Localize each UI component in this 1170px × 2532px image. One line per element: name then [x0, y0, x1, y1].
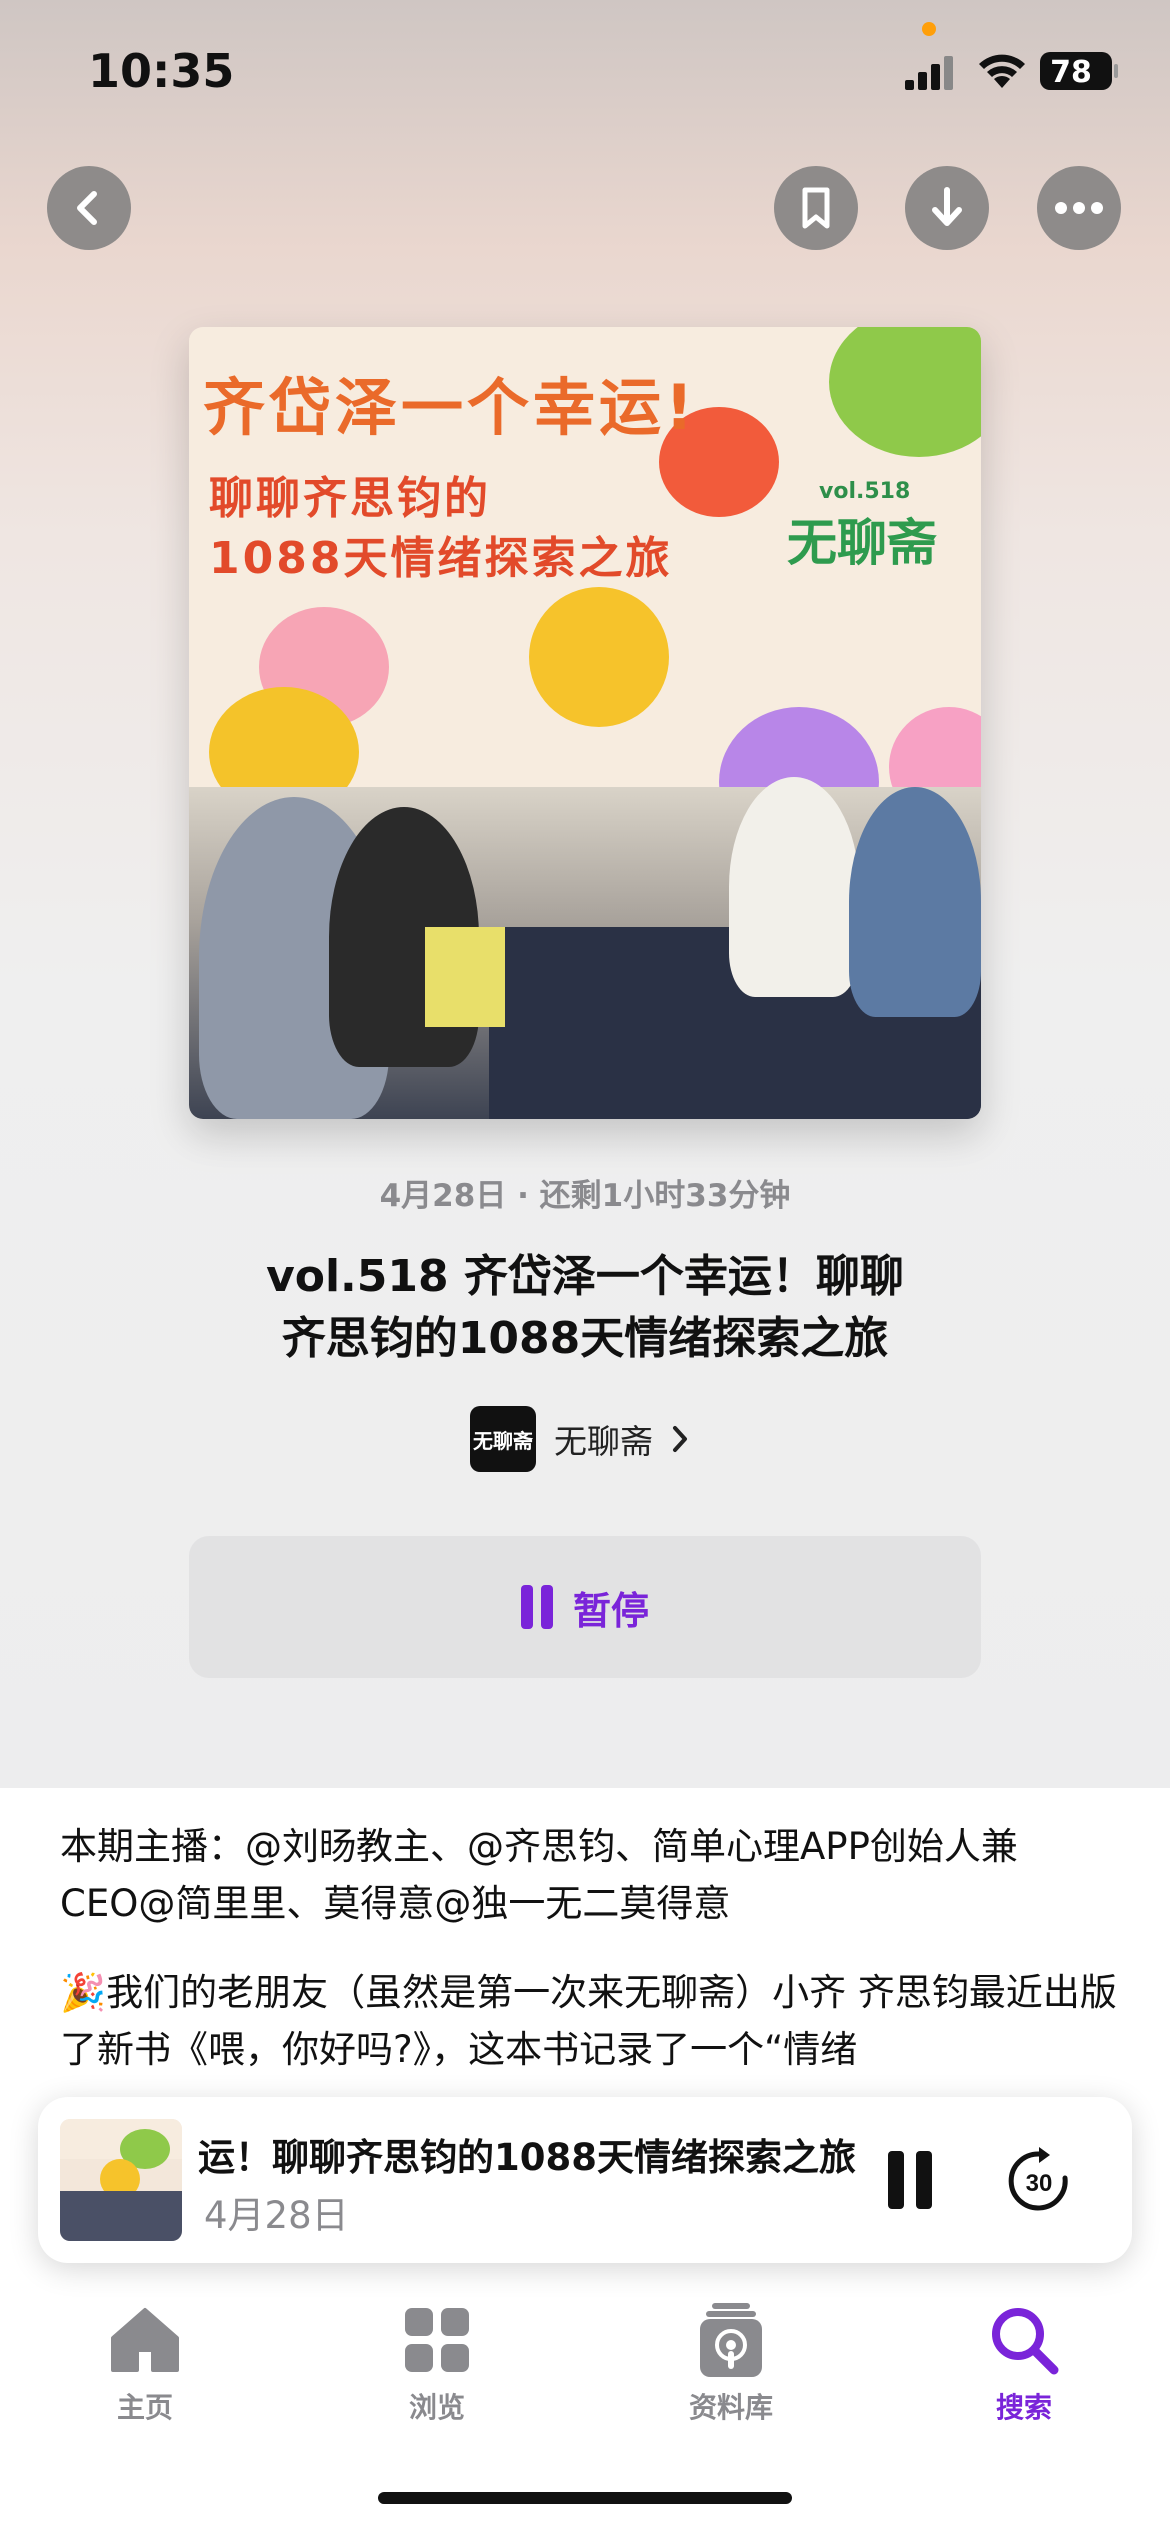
ellipsis-icon — [1055, 202, 1103, 214]
chevron-right-icon — [673, 1426, 687, 1452]
art-volume: vol.518 — [819, 479, 911, 504]
description-hosts: 本期主播：@刘旸教主、@齐思钧、简单心理APP创始人兼CEO@简里里、莫得意@独… — [60, 1825, 1018, 1925]
cellular-signal-icon — [905, 56, 953, 90]
pause-label: 暂停 — [572, 1588, 649, 1633]
mic-indicator-dot — [922, 22, 936, 36]
mini-player-date: 4月28日 — [204, 2194, 349, 2237]
battery-icon: 78 — [1040, 52, 1118, 90]
mini-player-pause-button[interactable] — [888, 2151, 932, 2209]
tab-library[interactable]: 资料库 — [631, 2300, 831, 2426]
tab-home-label: 主页 — [116, 2391, 173, 2424]
browse-grid-icon — [405, 2308, 469, 2372]
mini-player[interactable]: 运！聊聊齐思钧的1088天情绪探索之旅 4月28日 30 — [38, 2097, 1132, 2263]
home-icon — [111, 2308, 179, 2372]
show-link[interactable]: 无聊斋 无聊斋 — [470, 1406, 689, 1472]
art-headline: 齐岱泽一个幸运! — [203, 371, 698, 444]
skip-seconds-label: 30 — [1026, 2170, 1053, 2197]
art-show-logo: 无聊斋 — [787, 514, 937, 572]
art-subtitle-2: 1088天情绪探索之旅 — [209, 533, 673, 584]
art-book — [425, 927, 505, 1027]
wifi-icon — [979, 54, 1025, 88]
download-arrow-icon — [932, 187, 962, 226]
tab-search-label: 搜索 — [995, 2391, 1052, 2424]
tab-browse-label: 浏览 — [408, 2391, 465, 2424]
chevron-left-icon — [77, 191, 97, 225]
tab-search[interactable]: 搜索 — [924, 2300, 1124, 2426]
show-logo: 无聊斋 — [470, 1406, 536, 1472]
art-person-3 — [729, 777, 859, 997]
tab-library-label: 资料库 — [688, 2391, 773, 2424]
tab-home[interactable]: 主页 — [45, 2300, 245, 2426]
bookmark-button[interactable] — [774, 166, 858, 250]
bookmark-icon — [802, 187, 830, 229]
home-indicator[interactable] — [378, 2492, 792, 2504]
art-subtitle-1: 聊聊齐思钧的 — [209, 473, 491, 524]
episode-title-line-2: 齐思钧的1088天情绪探索之旅 — [281, 1313, 889, 1364]
art-person-4 — [849, 787, 981, 1017]
art-blob-yellow — [529, 587, 669, 727]
art-blob-green — [829, 327, 981, 457]
status-time: 10:35 — [88, 44, 235, 98]
tab-browse[interactable]: 浏览 — [337, 2300, 537, 2426]
episode-artwork: 齐岱泽一个幸运! 聊聊齐思钧的 1088天情绪探索之旅 vol.518 无聊斋 — [189, 327, 981, 1119]
description-body: 🎉我们的老朋友（虽然是第一次来无聊斋）小齐 齐思钧最近出版了新书《喂，你好吗?》… — [60, 1971, 1117, 2071]
status-bar: 10:35 78 — [0, 0, 1170, 150]
episode-title-line-1: vol.518 齐岱泽一个幸运！聊聊 — [266, 1251, 904, 1302]
episode-title: vol.518 齐岱泽一个幸运！聊聊 齐思钧的1088天情绪探索之旅 — [140, 1246, 1030, 1370]
pause-button[interactable]: 暂停 — [189, 1536, 981, 1678]
battery-level: 78 — [1050, 55, 1092, 90]
mini-player-artwork — [60, 2119, 182, 2241]
search-icon — [992, 2308, 1059, 2375]
show-name: 无聊斋 — [554, 1422, 653, 1461]
skip-forward-30-icon[interactable]: 30 — [1004, 2145, 1074, 2215]
mini-player-title: 运！聊聊齐思钧的1088天情绪探索之旅 — [198, 2136, 856, 2179]
episode-meta: 4月28日 · 还剩1小时33分钟 — [379, 1178, 791, 1214]
pause-icon — [520, 1585, 553, 1629]
library-icon — [700, 2303, 762, 2377]
back-button[interactable] — [47, 166, 131, 250]
download-button[interactable] — [905, 166, 989, 250]
more-options-button[interactable] — [1037, 166, 1121, 250]
